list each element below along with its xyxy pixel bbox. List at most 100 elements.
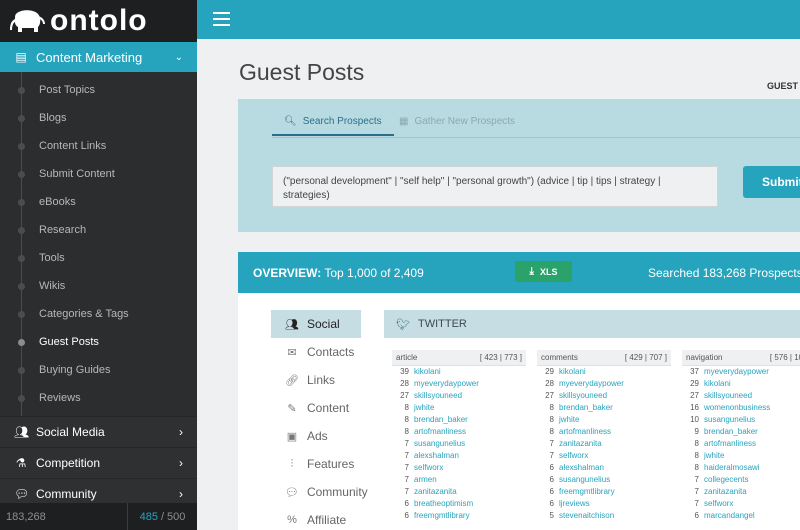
twitter-handle-link[interactable]: alexshalman — [414, 450, 459, 462]
list-item: 7 susangunelius — [392, 438, 526, 450]
subnav-item-submit-content[interactable]: Submit Content — [0, 160, 197, 188]
twitter-handle-link[interactable]: brendan_baker — [414, 414, 468, 426]
tab-gather-new-prospects[interactable]: ▦ Gather New Prospects — [399, 116, 515, 127]
nav-competition[interactable]: ⚗︎ Competition › — [0, 447, 197, 478]
subnav-item-ebooks[interactable]: eBooks — [0, 188, 197, 216]
twitter-handle-link[interactable]: skillsyouneed — [414, 390, 462, 402]
export-xls-button[interactable]: ⤓ XLS — [515, 261, 572, 282]
twitter-handle-link[interactable]: selfworx — [414, 462, 443, 474]
twitter-handle-link[interactable]: zanitazanita — [559, 438, 602, 450]
subnav-item-research[interactable]: Research — [0, 216, 197, 244]
twitter-handle-link[interactable]: zanitazanita — [704, 486, 747, 498]
subnav-item-buying-guides[interactable]: Buying Guides — [0, 356, 197, 384]
results-nav-social[interactable]: 👥︎ Social — [271, 310, 361, 338]
twitter-handle-link[interactable]: susangunelius — [704, 414, 755, 426]
subnav-item-wikis[interactable]: Wikis — [0, 272, 197, 300]
results-nav-label: Community — [306, 485, 368, 499]
link-icon: 🔗︎ — [285, 374, 299, 387]
twitter-handle-link[interactable]: jwhite — [559, 414, 579, 426]
twitter-handle-link[interactable]: brendan_baker — [559, 402, 613, 414]
list-item: 7 selfworx — [682, 498, 800, 510]
subnav-item-tools[interactable]: Tools — [0, 244, 197, 272]
twitter-handle-link[interactable]: ljreviews — [559, 498, 590, 510]
content-marketing-subnav: Post Topics Blogs Content Links Submit C… — [0, 72, 197, 416]
twitter-handle-link[interactable]: armen — [414, 474, 437, 486]
twitter-handle-link[interactable]: artofmanliness — [559, 426, 611, 438]
twitter-handle-link[interactable]: zanitazanita — [414, 486, 457, 498]
results-nav-ads[interactable]: ▣ Ads — [271, 422, 361, 450]
mention-count: 28 — [400, 379, 409, 388]
subnav-item-guest-posts[interactable]: Guest Posts — [0, 328, 197, 356]
nav-content-marketing-label: Content Marketing — [36, 49, 143, 65]
twitter-handle-link[interactable]: skillsyouneed — [559, 390, 607, 402]
twitter-handle-link[interactable]: myeverydaypower — [704, 366, 769, 378]
comment-icon: 💬︎ — [285, 486, 299, 499]
tab-search-prospects[interactable]: 🔍︎ Search Prospects — [272, 116, 394, 136]
list-item: 8 brendan_baker — [537, 402, 671, 414]
twitter-handle-link[interactable]: artofmanliness — [414, 426, 466, 438]
subnav-item-categories-tags[interactable]: Categories & Tags — [0, 300, 197, 328]
twitter-handle-link[interactable]: jwhite — [414, 402, 434, 414]
twitter-handle-link[interactable]: artofmanliness — [704, 438, 756, 450]
twitter-handle-link[interactable]: brendan_baker — [704, 426, 758, 438]
nav-content-marketing[interactable]: ▤ Content Marketing ⌄ — [0, 42, 197, 72]
twitter-handle-link[interactable]: skillsyouneed — [704, 390, 752, 402]
nav-social-media[interactable]: 👥︎ Social Media › — [0, 416, 197, 447]
mention-count: 6 — [404, 511, 409, 520]
twitter-handle-link[interactable]: kikolani — [704, 378, 731, 390]
search-query-input[interactable]: ("personal development" | "self help" | … — [272, 166, 718, 207]
subnav-item-blogs[interactable]: Blogs — [0, 104, 197, 132]
mention-count: 8 — [694, 451, 699, 460]
chevron-right-icon: › — [179, 425, 183, 439]
list-item: 27 skillsyouneed — [392, 390, 526, 402]
twitter-handle-link[interactable]: haideralmosawi — [704, 462, 760, 474]
results-nav-features[interactable]: ⫶ Features — [271, 450, 361, 478]
search-icon: 🔍︎ — [284, 116, 297, 127]
twitter-handle-link[interactable]: freemgmtlibrary — [559, 486, 615, 498]
twitter-handle-link[interactable]: stevenaitchison — [559, 510, 614, 522]
sidebar: ontolo ▤ Content Marketing ⌄ Post Topics… — [0, 0, 197, 530]
comments-icon: 💬︎ — [14, 487, 30, 501]
twitter-handle-link[interactable]: selfworx — [704, 498, 733, 510]
twitter-handle-link[interactable]: alexshalman — [559, 462, 604, 474]
envelope-icon: ✉ — [287, 346, 297, 359]
twitter-handle-link[interactable]: selfworx — [559, 450, 588, 462]
twitter-handle-link[interactable]: womenonbusiness — [704, 402, 770, 414]
mention-count: 5 — [549, 511, 554, 520]
twitter-column-article: article [ 423 | 773 ] 39 kikolani 28 myeveryd… — [392, 350, 526, 522]
results-nav-affiliate[interactable]: % Affiliate — [271, 506, 361, 530]
subnav-item-reviews[interactable]: Reviews — [0, 384, 197, 412]
nav-community-label: Community — [36, 487, 97, 501]
submit-button[interactable]: Submit — [743, 166, 800, 198]
twitter-handle-link[interactable]: myeverydaypower — [414, 378, 479, 390]
subnav-item-post-topics[interactable]: Post Topics — [0, 76, 197, 104]
column-header[interactable]: navigation [ 576 | 1013 — [682, 350, 800, 366]
results-nav-links[interactable]: 🔗︎ Links — [271, 366, 361, 394]
subnav-item-label: eBooks — [39, 196, 76, 208]
logo[interactable]: ontolo — [0, 0, 197, 42]
results-nav-contacts[interactable]: ✉ Contacts — [271, 338, 361, 366]
twitter-handle-link[interactable]: jwhite — [704, 450, 724, 462]
twitter-handle-link[interactable]: susangunelius — [559, 474, 610, 486]
results-nav-content[interactable]: ✎ Content — [271, 394, 361, 422]
column-header[interactable]: comments [ 429 | 707 ] — [537, 350, 671, 366]
mention-count: 16 — [690, 403, 699, 412]
twitter-handle-link[interactable]: myeverydaypower — [559, 378, 624, 390]
twitter-handle-link[interactable]: susangunelius — [414, 438, 465, 450]
searched-summary: Searched 183,268 Prospects in — [648, 265, 800, 280]
nav-social-media-label: Social Media — [36, 425, 105, 439]
percent-icon: % — [287, 514, 297, 526]
twitter-handle-link[interactable]: marcandangel — [704, 510, 755, 522]
twitter-handle-link[interactable]: collegecents — [704, 474, 748, 486]
subnav-item-content-links[interactable]: Content Links — [0, 132, 197, 160]
column-header[interactable]: article [ 423 | 773 ] — [392, 350, 526, 366]
twitter-handle-link[interactable]: freemgmtlibrary — [414, 510, 470, 522]
tab-label: Gather New Prospects — [414, 116, 516, 127]
results-nav-label: Ads — [307, 429, 328, 443]
twitter-handle-link[interactable]: breatheoptimism — [414, 498, 473, 510]
twitter-handle-link[interactable]: kikolani — [559, 366, 586, 378]
menu-toggle-icon[interactable] — [213, 12, 230, 26]
twitter-handle-link[interactable]: kikolani — [414, 366, 441, 378]
list-item: 8 artofmanliness — [682, 438, 800, 450]
results-nav-community[interactable]: 💬︎ Community — [271, 478, 368, 506]
